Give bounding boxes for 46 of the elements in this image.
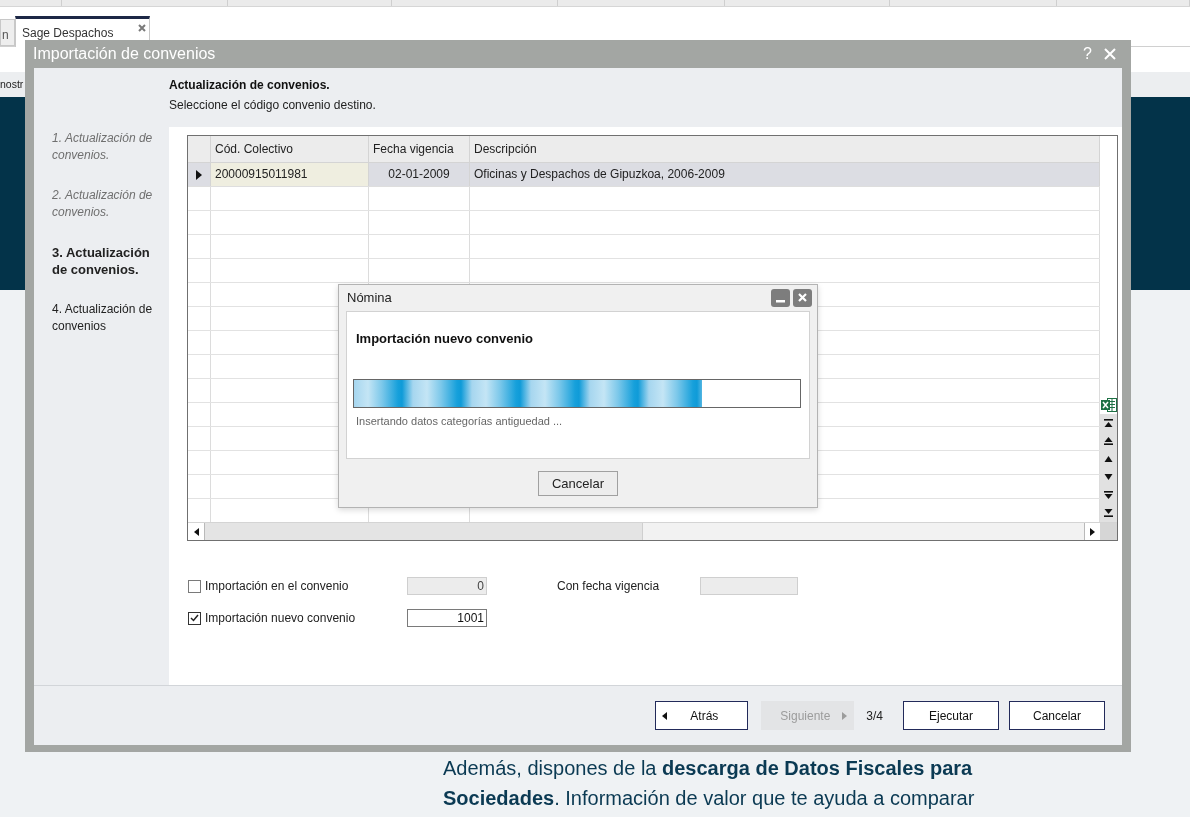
minimize-icon[interactable] [771, 289, 790, 307]
number-field[interactable]: 1001 [407, 609, 487, 627]
caret-left-icon [193, 527, 199, 536]
scroll-left-button[interactable] [188, 523, 205, 540]
scroll-to-bottom-icon[interactable] [1104, 509, 1113, 517]
row-pointer-icon [196, 169, 202, 180]
scrollbar-thumb[interactable] [205, 523, 643, 540]
action-button[interactable]: Ejecutar [903, 701, 999, 730]
promo-paragraph: Además, dispones de la descarga de Datos Fiscales para Sociedades. Información de valor que te ayuda a comparar [443, 756, 976, 811]
caret-right-icon [842, 711, 848, 720]
caret-left-icon [662, 711, 668, 720]
progress-status: Insertando datos categorías antiguedad ... [355, 414, 564, 429]
column-header[interactable]: Fecha vigencia [369, 136, 470, 162]
checkbox-label[interactable]: Importación nuevo convenio [205, 609, 356, 627]
action-button[interactable]: Cancelar [1009, 701, 1105, 730]
caret-right-icon [1090, 527, 1095, 536]
close-icon[interactable] [138, 24, 146, 32]
cancel-button[interactable]: Cancelar [538, 471, 618, 496]
step-counter: 3/4 [866, 707, 883, 725]
scroll-up-icon[interactable] [1104, 455, 1113, 463]
step-title: Actualización de convenios. [169, 77, 331, 93]
progress-heading: Importación nuevo convenio [355, 331, 534, 347]
column-header[interactable]: Cód. Colectivo [211, 136, 369, 162]
checkbox[interactable] [188, 611, 201, 625]
table-row[interactable]: 20000915011981 02-01-2009 Oficinas y Despachos de Gipuzkoa, 2006-2009 [188, 163, 1100, 187]
scroll-down-icon[interactable] [1104, 473, 1113, 481]
scroll-right-button[interactable] [1084, 523, 1100, 540]
checkmark-icon [190, 614, 199, 622]
table-cell: 02-01-2009 [369, 163, 470, 186]
dialog-title: Nómina [347, 289, 393, 308]
spreadsheet-icon[interactable] [1100, 397, 1117, 413]
menu-item[interactable]: nostr [0, 76, 24, 93]
wizard-step: 3. Actualización de convenios. [52, 244, 164, 278]
wizard-step: 4. Actualización de convenios [52, 301, 164, 335]
field-label: Con fecha vigencia [557, 578, 661, 595]
table-cell: 20000915011981 [211, 163, 369, 186]
wizard-step: 1. Actualización de convenios. [52, 130, 164, 164]
scroll-to-top-icon[interactable] [1104, 419, 1113, 427]
close-icon[interactable] [793, 289, 812, 307]
step-instruction: Seleccione el código convenio destino. [169, 97, 377, 113]
wizard-step: 2. Actualización de convenios. [52, 187, 164, 221]
dialog-title: Importación de convenios [33, 46, 217, 62]
page-down-icon[interactable] [1104, 491, 1113, 499]
page-up-icon[interactable] [1104, 437, 1113, 445]
back-button[interactable]: Atrás [655, 701, 749, 730]
browser-tab[interactable]: n [0, 19, 15, 46]
